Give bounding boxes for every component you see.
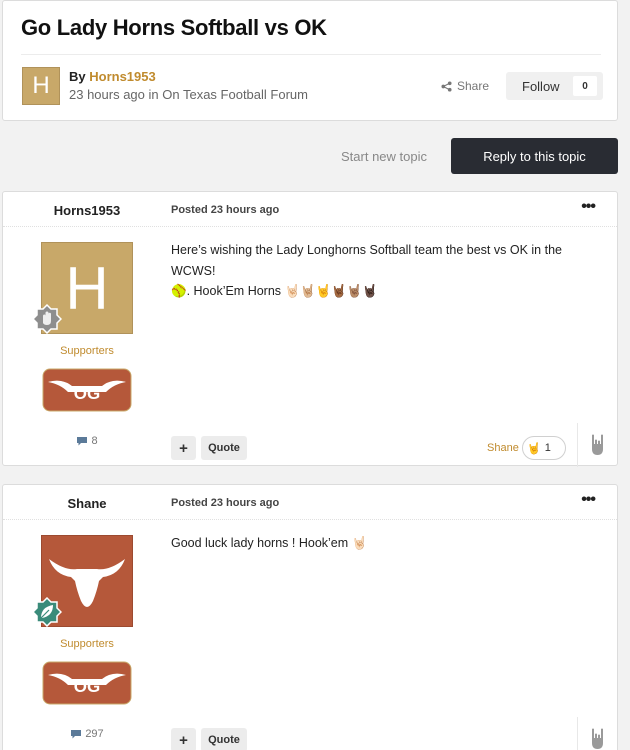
poster-name[interactable]: Shane — [3, 496, 171, 511]
post-header: Horns1953 Posted 23 hours ago ••• — [3, 192, 617, 227]
forum-link[interactable]: On Texas Football Forum — [162, 87, 308, 102]
byline: By Horns1953 — [69, 69, 156, 84]
divider — [21, 54, 601, 55]
post-count[interactable]: 297 — [3, 728, 171, 740]
start-new-topic-link[interactable]: Start new topic — [341, 149, 427, 164]
topic-meta: 23 hours ago in On Texas Football Forum — [69, 87, 308, 102]
follow-button[interactable]: Follow 0 — [506, 72, 603, 100]
leaf-rank-icon — [31, 596, 63, 628]
hand-rank-icon — [31, 303, 63, 335]
post-header: Shane Posted 23 hours ago ••• — [3, 485, 617, 520]
plus-icon[interactable]: + — [171, 728, 196, 750]
hook-em-icon: 🤘 — [527, 442, 541, 455]
quote-button[interactable]: Quote — [201, 436, 247, 460]
badge-text: OG — [74, 677, 100, 696]
post-text: Here’s wishing the Lady Longhorns Softba… — [171, 243, 562, 278]
post-card: Horns1953 Posted 23 hours ago ••• H Supp… — [2, 191, 618, 467]
ellipsis-icon[interactable]: ••• — [581, 198, 596, 216]
ellipsis-icon[interactable]: ••• — [581, 491, 596, 509]
posted-time[interactable]: Posted 23 hours ago — [171, 204, 279, 216]
share-button[interactable]: Share — [441, 79, 489, 93]
reaction-count: 1 — [544, 442, 551, 454]
reply-to-topic-button[interactable]: Reply to this topic — [451, 138, 618, 174]
poster-name[interactable]: Horns1953 — [3, 203, 171, 218]
post-count-value: 8 — [91, 435, 98, 447]
by-label: By — [69, 69, 86, 84]
comment-icon — [77, 437, 88, 446]
badge-text: OG — [74, 384, 100, 403]
quote-button[interactable]: Quote — [201, 728, 247, 750]
follow-label: Follow — [522, 78, 560, 94]
group-label: Supporters — [60, 638, 114, 650]
group-label: Supporters — [60, 345, 114, 357]
posted-time[interactable]: Posted 23 hours ago — [171, 497, 279, 509]
reaction-summary[interactable]: 🤘 1 — [522, 436, 566, 460]
hook-em-icon — [591, 434, 603, 455]
topic-time: 23 hours ago in — [69, 87, 159, 102]
post-content: Good luck lady horns ! Hook’em 🤘🏻 — [171, 533, 599, 554]
post-content: Here’s wishing the Lady Longhorns Softba… — [171, 240, 599, 302]
react-button[interactable] — [577, 717, 617, 750]
topic-header: Go Lady Horns Softball vs OK H By Horns1… — [2, 0, 618, 121]
comment-icon — [71, 730, 82, 739]
follow-count: 0 — [573, 76, 597, 96]
post-text: 🥎. Hook’Em Horns 🤘🏻🤘🏼🤘🤘🏾🤘🏽🤘🏿 — [171, 284, 378, 299]
hook-em-icon — [591, 728, 603, 749]
topic-title: Go Lady Horns Softball vs OK — [21, 15, 327, 40]
og-badge: OG — [42, 368, 132, 412]
author-link[interactable]: Horns1953 — [89, 69, 155, 84]
share-icon — [441, 80, 452, 92]
reactor-name[interactable]: Shane — [487, 442, 519, 454]
post-count[interactable]: 8 — [3, 435, 171, 447]
author-avatar[interactable]: H — [22, 67, 60, 105]
post-text: Good luck lady horns ! Hook’em 🤘🏻 — [171, 536, 368, 550]
post-count-value: 297 — [85, 728, 104, 740]
post-card: Shane Posted 23 hours ago ••• Supporters… — [2, 484, 618, 750]
plus-icon[interactable]: + — [171, 436, 196, 460]
og-badge: OG — [42, 661, 132, 705]
share-label: Share — [457, 79, 490, 93]
react-button[interactable] — [577, 423, 617, 467]
